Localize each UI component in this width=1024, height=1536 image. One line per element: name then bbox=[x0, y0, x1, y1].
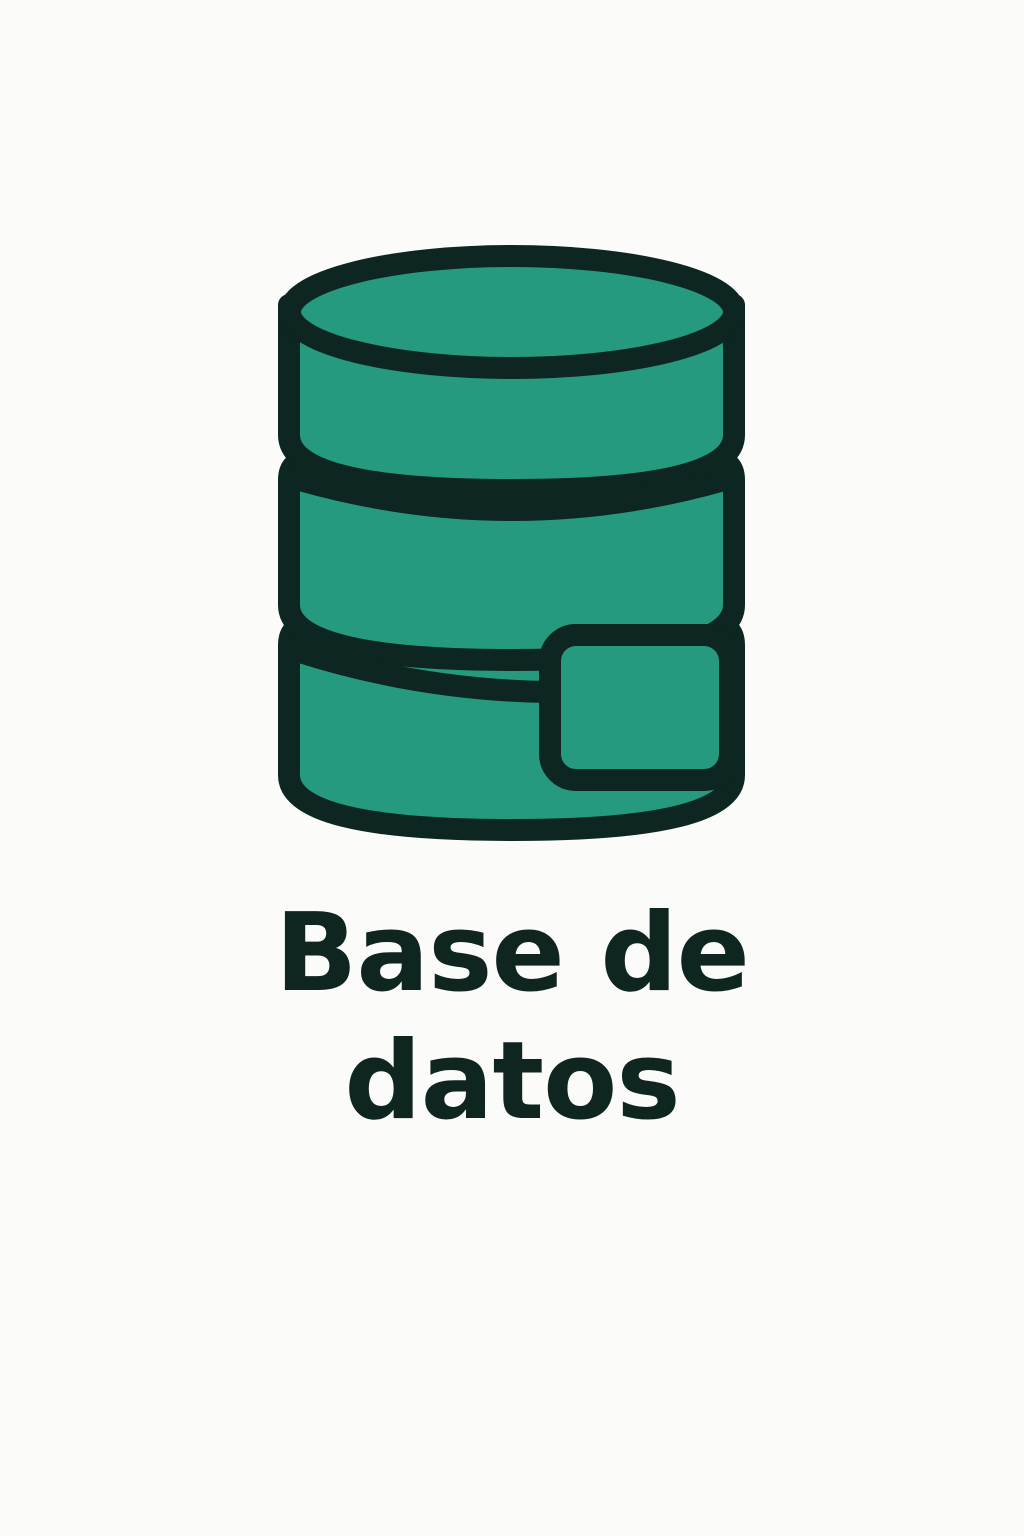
title-line-1: Base de bbox=[275, 891, 750, 1016]
title-line-2: datos bbox=[344, 1019, 680, 1144]
page-title: Base de datos bbox=[0, 890, 1024, 1146]
database-icon bbox=[0, 0, 1024, 900]
square-badge bbox=[539, 624, 741, 791]
cylinder-top-cap bbox=[279, 245, 745, 379]
page: Base de datos bbox=[0, 0, 1024, 1536]
